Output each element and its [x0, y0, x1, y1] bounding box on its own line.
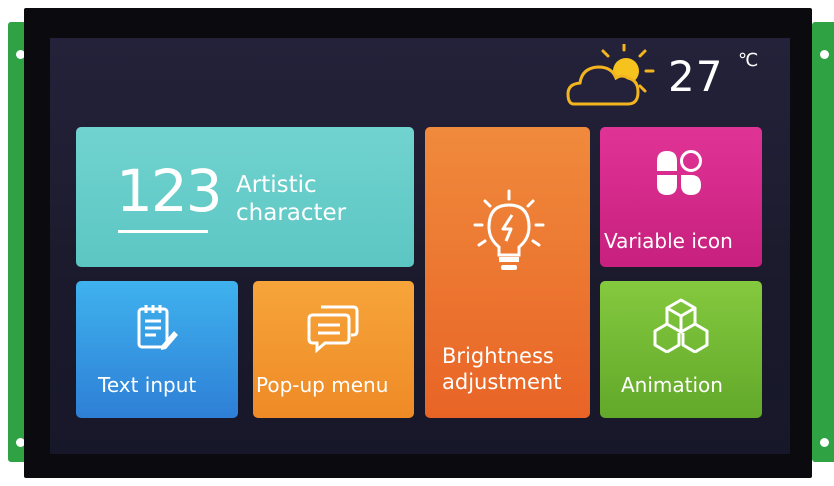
brightness-label-line2: adjustment	[442, 370, 562, 394]
text-input-label: Text input	[98, 373, 197, 397]
temperature-unit: ℃	[738, 50, 759, 71]
popup-menu-tile[interactable]: Pop-up menu	[253, 281, 414, 418]
brightness-adjustment-tile[interactable]: Brightness adjustment	[425, 127, 590, 418]
weather-widget: 27 ℃	[562, 40, 772, 112]
flower-icon	[657, 150, 702, 195]
artistic-label-line2: character	[236, 200, 347, 226]
variable-icon-label: Variable icon	[604, 229, 733, 253]
lightbulb-icon	[473, 189, 545, 270]
cloud-sun-icon	[566, 44, 655, 106]
brightness-label: Brightness adjustment	[442, 343, 561, 395]
mount-hole	[820, 50, 829, 59]
artistic-number: 123	[116, 157, 223, 225]
number-underline	[118, 230, 208, 233]
chat-bubbles-icon	[307, 305, 359, 353]
text-input-tile[interactable]: Text input	[76, 281, 238, 418]
popup-menu-label: Pop-up menu	[256, 373, 389, 397]
pcb-right	[812, 22, 834, 462]
cubes-icon	[653, 298, 709, 353]
artistic-label-line1: Artistic	[236, 172, 317, 198]
artistic-character-tile[interactable]: 123 Artistic character	[76, 127, 414, 267]
temperature-value: 27	[668, 52, 724, 101]
variable-icon-tile[interactable]: Variable icon	[600, 127, 762, 267]
animation-label: Animation	[621, 373, 723, 397]
notepad-icon	[137, 305, 178, 350]
brightness-label-line1: Brightness	[442, 344, 554, 368]
animation-tile[interactable]: Animation	[600, 281, 762, 418]
mount-hole	[820, 438, 829, 447]
artistic-label: Artistic character	[236, 171, 346, 227]
